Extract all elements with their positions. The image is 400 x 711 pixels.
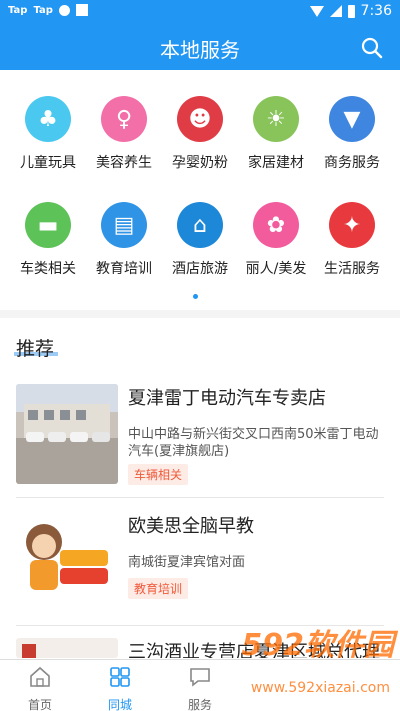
page-title: 本地服务 — [160, 38, 240, 62]
section-divider — [0, 310, 400, 318]
signal-icon — [329, 5, 342, 17]
store-photo — [16, 384, 118, 484]
category-item[interactable]: ✦ 生活服务 — [312, 202, 392, 278]
home-icon — [30, 666, 50, 687]
watermark-logo: 592软件园 — [241, 628, 394, 663]
category-label: 丽人/美发 — [245, 261, 307, 277]
nav-label: 服务 — [187, 698, 212, 711]
grid-icon — [110, 667, 130, 687]
car-icon: ▬ — [25, 202, 71, 248]
tap-notification-label: Tap — [33, 4, 53, 16]
house-icon: ⌂ — [177, 202, 223, 248]
tie-icon: ▼ — [329, 96, 375, 142]
status-bar: Tap Tap 7:36 — [0, 0, 400, 24]
list-item[interactable]: 欧美思全脑早教 南城街夏津宾馆对面 教育培训 — [16, 512, 384, 612]
nav-service[interactable]: 服务 — [160, 666, 240, 711]
app-bar: 本地服务 — [0, 24, 400, 70]
nav-city[interactable]: 同城 — [80, 666, 160, 711]
category-label: 家居建材 — [248, 155, 304, 171]
category-item[interactable]: ▤ 教育培训 — [84, 202, 164, 278]
message-icon — [190, 668, 210, 687]
category-label: 酒店旅游 — [172, 261, 228, 277]
category-item[interactable]: ▼ 商务服务 — [312, 96, 392, 172]
category-tag: 教育培训 — [128, 578, 189, 599]
category-label: 生活服务 — [324, 261, 380, 277]
category-item[interactable]: ☻ 孕婴奶粉 — [160, 96, 240, 172]
hair-lady-icon: ✿ — [253, 202, 299, 248]
category-label: 商务服务 — [324, 155, 380, 171]
category-item[interactable]: ▬ 车类相关 — [8, 202, 88, 278]
recommend-section-title: 推荐 — [16, 338, 55, 360]
category-label: 儿童玩具 — [20, 155, 76, 171]
store-photo — [16, 638, 118, 658]
lightbulb-icon: ☀ — [253, 96, 299, 142]
teddy-bear-icon: ♣ — [25, 96, 71, 142]
search-icon[interactable] — [360, 36, 384, 60]
nav-label: 首页 — [27, 698, 52, 711]
nav-label: 同城 — [107, 698, 132, 711]
watermark-url: www.592xiazai.com — [250, 680, 390, 696]
category-label: 车类相关 — [20, 261, 76, 277]
status-bar-notifications: Tap Tap — [8, 4, 88, 16]
category-item[interactable]: ☀ 家居建材 — [236, 96, 316, 172]
category-item[interactable]: ♀ 美容养生 — [84, 96, 164, 172]
store-address: 南城街夏津宾馆对面 — [128, 555, 246, 570]
category-item[interactable]: ⌂ 酒店旅游 — [160, 202, 240, 278]
list-separator — [16, 497, 384, 498]
category-label: 教育培训 — [96, 261, 152, 277]
wifi-icon — [309, 5, 324, 17]
status-time: 7:36 — [360, 3, 392, 19]
status-bar-system: 7:36 — [309, 3, 392, 19]
store-address: 中山中路与新兴街交叉口西南50米雷丁电动汽车(夏津旗舰店) — [128, 427, 379, 459]
store-logo — [16, 512, 118, 612]
category-label: 美容养生 — [96, 155, 152, 171]
list-item[interactable]: 夏津雷丁电动汽车专卖店 中山中路与新兴街交叉口西南50米雷丁电动汽车(夏津旗舰店… — [16, 384, 384, 485]
battery-icon — [347, 4, 355, 18]
category-item[interactable]: ♣ 儿童玩具 — [8, 96, 88, 172]
nav-home[interactable]: 首页 — [0, 666, 80, 711]
category-grid: ♣ 儿童玩具 ♀ 美容养生 ☻ 孕婴奶粉 ☀ 家居建材 ▼ 商务服务 ▬ 车类相… — [0, 70, 400, 300]
dove-icon: ✦ — [329, 202, 375, 248]
store-name: 夏津雷丁电动汽车专卖店 — [128, 388, 326, 409]
baby-bear-icon: ☻ — [177, 96, 223, 142]
store-name: 欧美思全脑早教 — [128, 516, 254, 537]
category-item[interactable]: ✿ 丽人/美发 — [236, 202, 316, 278]
tap-notification-label: Tap — [8, 4, 28, 16]
beauty-lady-icon: ♀ — [101, 96, 147, 142]
category-label: 孕婴奶粉 — [172, 155, 228, 171]
pager-indicator — [193, 294, 198, 299]
book-icon: ▤ — [101, 202, 147, 248]
font-icon — [75, 4, 88, 16]
sync-icon — [58, 4, 70, 16]
category-tag: 车辆相关 — [128, 464, 189, 485]
